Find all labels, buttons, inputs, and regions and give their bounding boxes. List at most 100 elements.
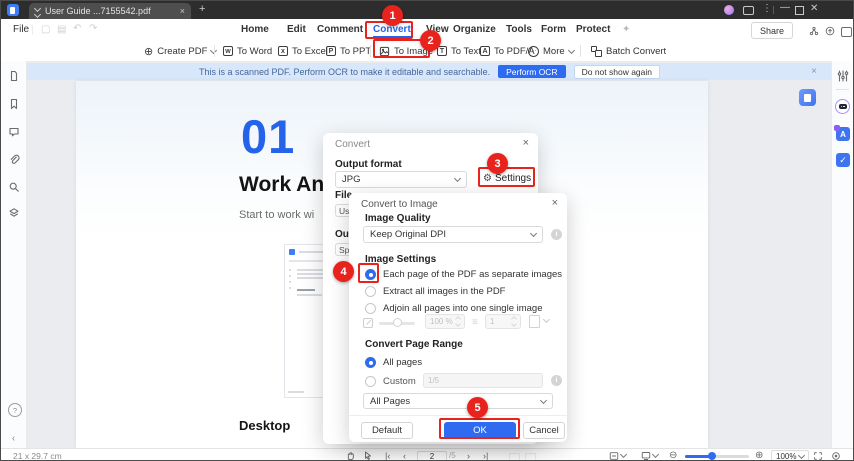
to-word-button[interactable]: w To Word <box>223 41 272 61</box>
crosshair-icon[interactable] <box>831 449 841 460</box>
hand-tool-icon[interactable] <box>345 449 355 460</box>
batch-icon <box>591 45 602 57</box>
dismiss-button[interactable]: Do not show again <box>573 64 661 79</box>
fit-page-icon[interactable] <box>609 449 628 460</box>
ai-assistant-icon[interactable] <box>835 99 850 114</box>
select-tool-icon[interactable] <box>363 449 373 460</box>
step-2-badge: 2 <box>420 30 441 51</box>
zoom-slider[interactable] <box>685 450 749 460</box>
page-copy-icon[interactable] <box>799 89 816 106</box>
previous-page-icon[interactable]: ‹ <box>403 449 406 461</box>
option-adjoin-pages-label: Adjoin all pages into one single image <box>383 303 543 314</box>
layers-icon[interactable] <box>7 206 20 219</box>
panel-icon[interactable] <box>841 27 852 37</box>
custom-range-input: 1/5 <box>423 373 543 388</box>
feedback-icon[interactable] <box>743 6 754 15</box>
share-link-icon[interactable] <box>809 26 819 36</box>
zoom-slider-thumb[interactable] <box>708 452 716 460</box>
menu-edit[interactable]: Edit <box>287 24 306 35</box>
zoom-in-icon[interactable]: ⊕ <box>755 449 763 460</box>
menu-form[interactable]: Form <box>541 24 566 35</box>
default-button[interactable]: Default <box>361 422 413 439</box>
create-pdf-button[interactable]: ⊕ Create PDF <box>144 41 218 61</box>
share-button[interactable]: Share <box>751 22 793 39</box>
next-view-icon-disabled <box>525 453 536 460</box>
radio-custom[interactable] <box>365 376 376 387</box>
menu-home[interactable]: Home <box>241 24 269 35</box>
to-excel-button[interactable]: x To Excel <box>278 41 328 61</box>
close-icon[interactable]: × <box>552 197 558 209</box>
redo-icon[interactable]: ↷ <box>89 23 97 34</box>
pdfa-icon: A <box>480 46 490 56</box>
step-3-badge: 3 <box>487 153 508 174</box>
help-icon[interactable]: ? <box>8 403 22 417</box>
kebab-menu-icon[interactable]: ⋮ <box>762 4 772 14</box>
thumbnails-icon[interactable] <box>7 69 20 82</box>
menu-comment[interactable]: Comment <box>317 24 363 35</box>
page-orientation-icon <box>529 315 540 328</box>
collapse-sidebar-icon[interactable]: ‹ <box>7 432 20 445</box>
radio-extract-images[interactable] <box>365 286 376 297</box>
undo-icon[interactable]: ↶ <box>73 23 81 34</box>
avatar[interactable] <box>724 5 734 15</box>
menu-file[interactable]: File <box>13 24 29 35</box>
close-icon[interactable]: ✕ <box>810 4 818 14</box>
page-range-label: Convert Page Range <box>365 339 463 350</box>
zoom-out-icon[interactable]: ⊖ <box>669 449 677 460</box>
to-ppt-button[interactable]: P To PPT <box>326 41 371 61</box>
ocr-notification-bar: This is a scanned PDF. Perform OCR to ma… <box>26 63 833 80</box>
radio-adjoin-pages[interactable] <box>365 303 376 314</box>
option-separate-images-label: Each page of the PDF as separate images <box>383 269 563 280</box>
fullscreen-icon[interactable] <box>813 449 823 460</box>
thumb-logo-icon <box>289 249 295 255</box>
chevron-down-icon <box>529 229 538 238</box>
menu-protect[interactable]: Protect <box>576 24 610 35</box>
save-icon[interactable]: ▢ <box>41 24 50 35</box>
annotation-box-settings <box>478 167 535 187</box>
tab-chevrons-icon[interactable] <box>33 4 42 18</box>
perform-ocr-button[interactable]: Perform OCR <box>498 65 566 78</box>
next-page-icon[interactable]: › <box>467 449 470 461</box>
last-page-icon[interactable]: ›| <box>483 449 488 461</box>
lamp-icon[interactable]: ✦ <box>622 24 630 35</box>
pages-dropdown[interactable]: All Pages <box>363 393 553 409</box>
cloud-upload-icon[interactable] <box>825 26 835 36</box>
search-icon[interactable] <box>7 180 20 193</box>
info-icon[interactable]: i <box>551 375 562 386</box>
to-text-button[interactable]: T To Text <box>437 41 481 61</box>
minimize-icon[interactable]: — <box>780 3 790 13</box>
first-page-icon[interactable]: |‹ <box>385 449 390 461</box>
dialog-title: Convert <box>335 139 371 150</box>
tab-close-icon[interactable]: × <box>180 6 185 16</box>
close-icon[interactable]: × <box>811 66 817 77</box>
divider <box>580 45 581 57</box>
radio-all-pages[interactable] <box>365 357 376 368</box>
divider <box>370 45 371 57</box>
image-quality-select[interactable]: Keep Original DPI <box>363 226 543 243</box>
comment-panel-icon[interactable] <box>7 125 20 138</box>
new-tab-icon[interactable]: + <box>199 4 205 15</box>
more-button[interactable]: ··· More <box>528 41 575 61</box>
page-view-mode-icon[interactable] <box>641 449 660 460</box>
print-icon[interactable]: ▤ <box>57 24 66 35</box>
menu-organize[interactable]: Organize <box>453 24 496 35</box>
chapter-number: 01 <box>241 110 296 163</box>
cancel-button[interactable]: Cancel <box>523 422 565 439</box>
properties-sliders-icon[interactable] <box>837 69 849 87</box>
text-icon: T <box>437 46 447 56</box>
info-icon[interactable]: i <box>551 229 562 240</box>
to-pdfa-button[interactable]: A To PDF/A <box>480 41 535 61</box>
restore-icon[interactable] <box>795 6 804 15</box>
batch-convert-button[interactable]: Batch Convert <box>591 41 666 61</box>
translate-icon[interactable]: A <box>834 125 850 141</box>
todo-check-icon[interactable]: ✓ <box>836 153 850 167</box>
zoom-level-dropdown[interactable]: 100% <box>771 450 810 460</box>
output-format-select[interactable]: JPG <box>335 171 467 188</box>
right-sidebar: A ✓ <box>831 61 853 448</box>
document-tab[interactable]: User Guide ...7155542.pdf × <box>29 3 191 19</box>
page-number-input[interactable]: 2 <box>417 450 447 460</box>
attachment-icon[interactable] <box>7 153 20 166</box>
bookmark-icon[interactable] <box>7 97 20 110</box>
close-icon[interactable]: × <box>523 137 529 149</box>
menu-tools[interactable]: Tools <box>506 24 532 35</box>
